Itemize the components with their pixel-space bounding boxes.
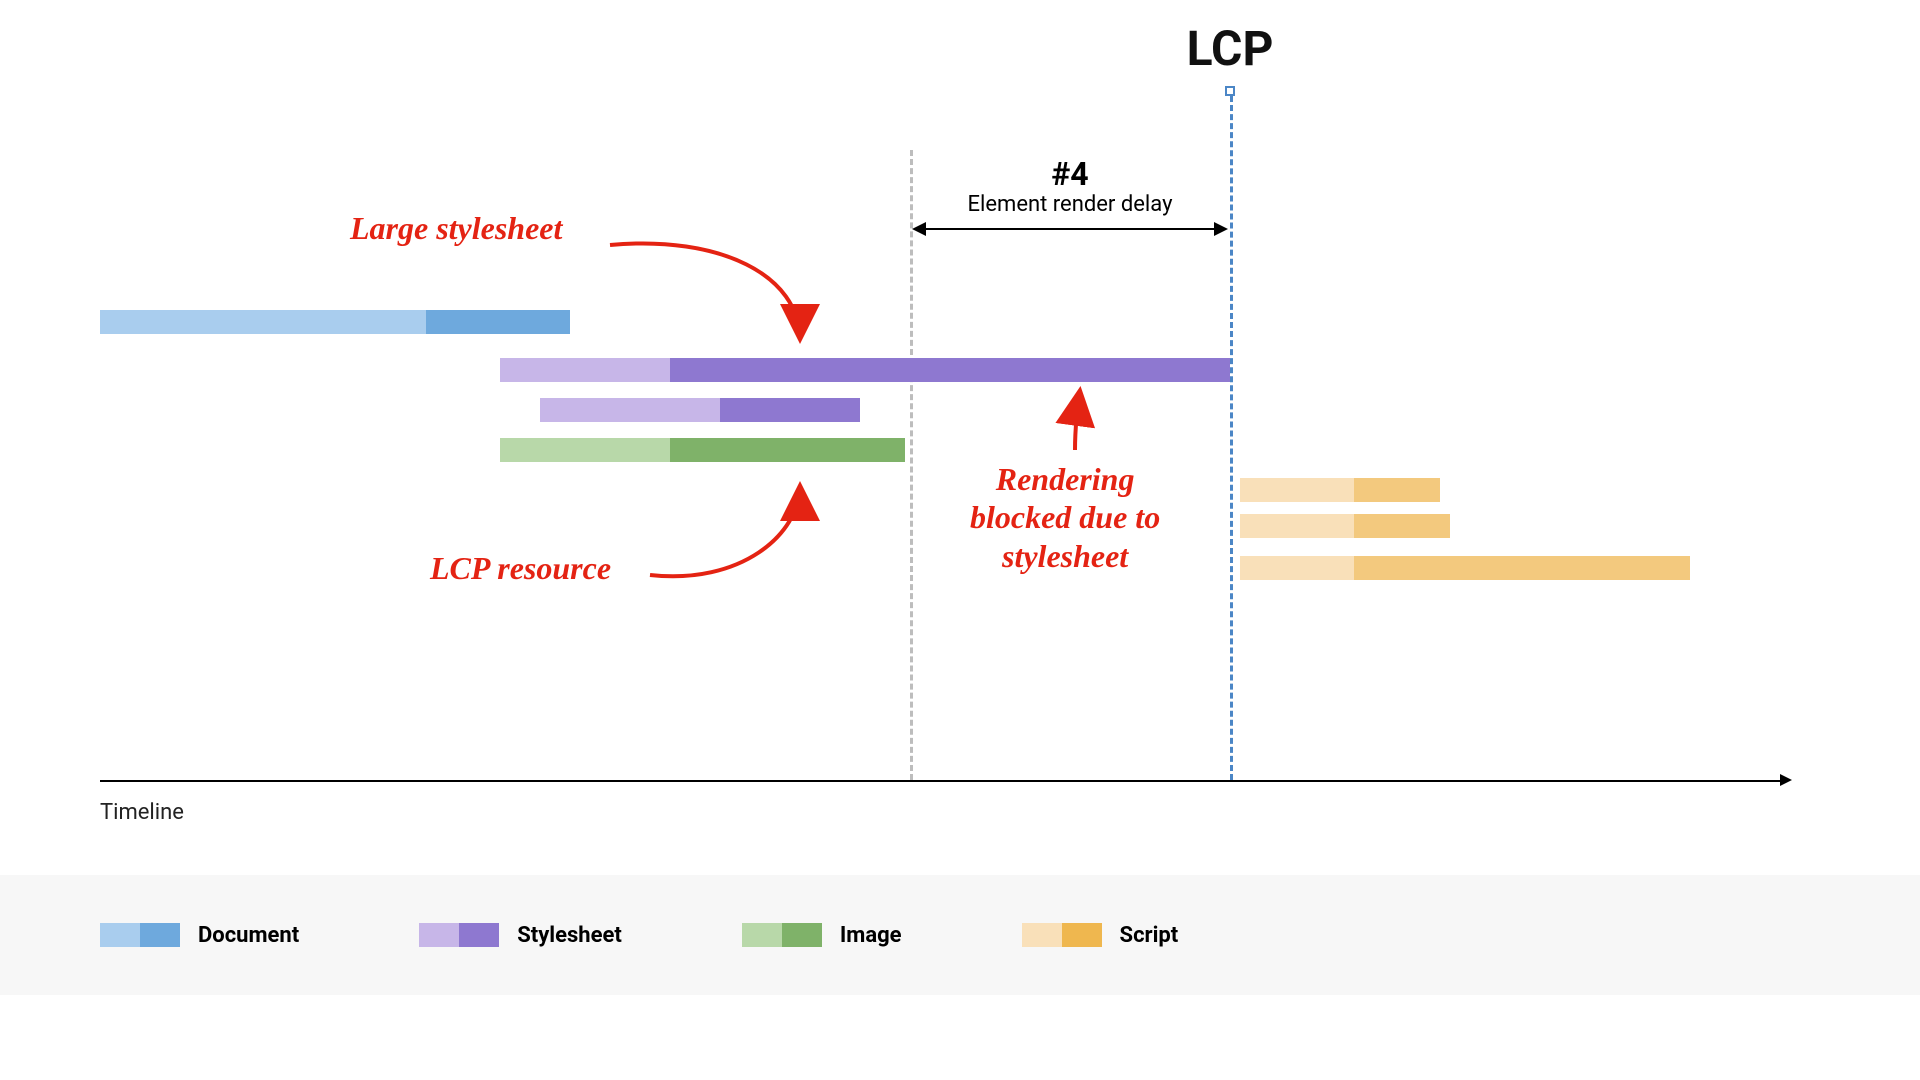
legend-swatch-stylesheet [419, 923, 499, 947]
chart-area: LCP #4 Element render delay L [100, 80, 1820, 800]
anno-lcp-resource: LCP resource [430, 550, 611, 587]
bar-stylesheet-2-wait [540, 398, 720, 422]
anno-lcp-resource-arrow-icon [640, 475, 840, 595]
bar-script-3-wait [1240, 556, 1354, 580]
section-label: Element render delay [968, 192, 1173, 217]
anno-large-stylesheet: Large stylesheet [350, 210, 562, 247]
bar-lcp-image [500, 438, 905, 462]
bar-large-stylesheet [500, 358, 1230, 382]
legend-item-document: Document [100, 923, 299, 948]
legend: Document Stylesheet Image Script [0, 875, 1920, 995]
bar-document-load [426, 310, 570, 334]
anno-blocked-arrow-icon [1060, 385, 1100, 455]
bar-script-3-load [1354, 556, 1690, 580]
bar-script-3 [1240, 556, 1690, 580]
bar-script-1-load [1354, 478, 1440, 502]
bar-lcp-image-load [670, 438, 905, 462]
bar-document [100, 310, 570, 334]
legend-label-document: Document [198, 923, 299, 948]
bar-script-2-wait [1240, 514, 1354, 538]
timeline-axis [100, 780, 1780, 782]
bar-large-stylesheet-wait [500, 358, 670, 382]
section-span-arrow-left-icon [912, 222, 926, 236]
lcp-title: LCP [1187, 20, 1274, 77]
timeline-arrow-icon [1780, 774, 1792, 786]
timeline-label: Timeline [100, 800, 184, 825]
bar-script-2 [1240, 514, 1450, 538]
render-delay-start-line [910, 150, 913, 780]
legend-label-stylesheet: Stylesheet [517, 923, 622, 948]
legend-swatch-script [1022, 923, 1102, 947]
legend-label-image: Image [840, 923, 902, 948]
lcp-line [1230, 96, 1233, 780]
legend-swatch-document [100, 923, 180, 947]
legend-item-stylesheet: Stylesheet [419, 923, 622, 948]
bar-script-1-wait [1240, 478, 1354, 502]
bar-lcp-image-wait [500, 438, 670, 462]
anno-large-stylesheet-arrow-icon [600, 215, 820, 355]
legend-item-image: Image [742, 923, 902, 948]
legend-item-script: Script [1022, 923, 1179, 948]
legend-swatch-image [742, 923, 822, 947]
bar-stylesheet-2-load [720, 398, 860, 422]
legend-label-script: Script [1120, 923, 1179, 948]
lcp-marker-icon [1225, 86, 1235, 96]
bar-document-wait [100, 310, 426, 334]
bar-script-2-load [1354, 514, 1450, 538]
anno-blocked: Rendering blocked due to stylesheet [970, 460, 1160, 575]
bar-script-1 [1240, 478, 1440, 502]
bar-stylesheet-2 [540, 398, 860, 422]
section-span-line [924, 228, 1216, 230]
section-span-arrow-right-icon [1214, 222, 1228, 236]
section-number: #4 [1051, 155, 1088, 193]
bar-large-stylesheet-load [670, 358, 1230, 382]
